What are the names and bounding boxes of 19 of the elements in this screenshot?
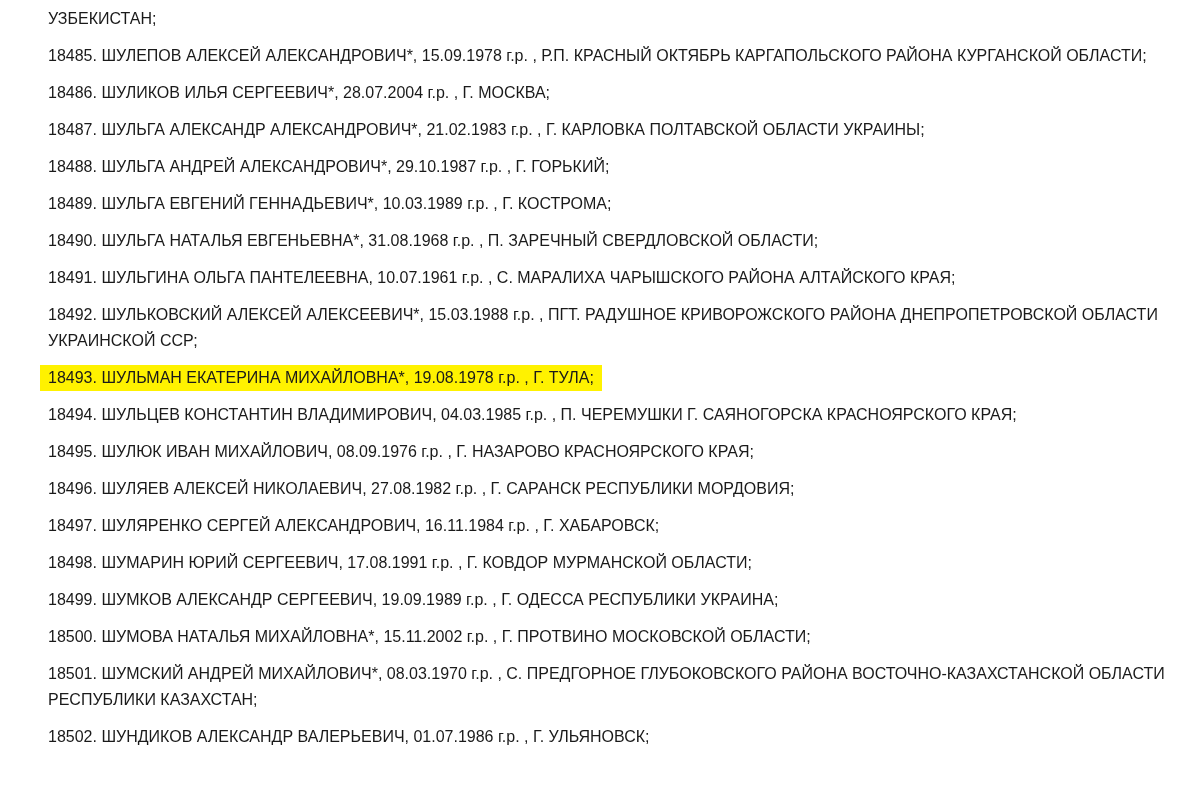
list-entry: 18498. ШУМАРИН ЮРИЙ СЕРГЕЕВИЧ, 17.08.1991 г.р. , Г. КОВДОР МУРМАНСКОЙ ОБЛАСТИ;: [47, 552, 753, 573]
list-entry: 18497. ШУЛЯРЕНКО СЕРГЕЙ АЛЕКСАНДРОВИЧ, 16.11.1984 г.р. , Г. ХАБАРОВСК;: [47, 515, 661, 536]
list-entry: 18489. ШУЛЬГА ЕВГЕНИЙ ГЕННАДЬЕВИЧ*, 10.03.1989 г.р. , Г. КОСТРОМА;: [47, 193, 613, 214]
list-entry: 18488. ШУЛЬГА АНДРЕЙ АЛЕКСАНДРОВИЧ*, 29.10.1987 г.р. , Г. ГОРЬКИЙ;: [47, 156, 611, 177]
list-entry: 18486. ШУЛИКОВ ИЛЬЯ СЕРГЕЕВИЧ*, 28.07.2004 г.р. , Г. МОСКВА;: [47, 83, 552, 103]
list-entry: 18485. ШУЛЕПОВ АЛЕКСЕЙ АЛЕКСАНДРОВИЧ*, 15.09.1978 г.р. , Р.П. КРАСНЫЙ ОКТЯБРЬ КАРГАПОЛЬСКОГО РАЙОНА КУРГАНСКОЙ ОБЛАСТИ;: [47, 45, 1148, 66]
list-entry: 18496. ШУЛЯЕВ АЛЕКСЕЙ НИКОЛАЕВИЧ, 27.08.1982 г.р. , Г. САРАНСК РЕСПУБЛИКИ МОРДОВИЯ;: [47, 478, 796, 499]
list-entry: 18502. ШУНДИКОВ АЛЕКСАНДР ВАЛЕРЬЕВИЧ, 01.07.1986 г.р. , Г. УЛЬЯНОВСК;: [47, 727, 651, 747]
list-entry: 18493. ШУЛЬМАН ЕКАТЕРИНА МИХАЙЛОВНА*, 19.08.1978 г.р. , Г. ТУЛА;: [40, 365, 602, 391]
list-entry: 18492. ШУЛЬКОВСКИЙ АЛЕКСЕЙ АЛЕКСЕЕВИЧ*, 15.03.1988 г.р. , ПГТ. РАДУШНОЕ КРИВОРОЖСКОГО РАЙОНА ДНЕПРОПЕТРОВСКОЙ ОБЛАСТИ УКРАИНСКОЙ ССР;: [47, 304, 1159, 351]
list-entry: 18494. ШУЛЬЦЕВ КОНСТАНТИН ВЛАДИМИРОВИЧ, 04.03.1985 г.р. , П. ЧЕРЕМУШКИ Г. САЯНОГОРСКА КРАСНОЯРСКОГО КРАЯ;: [47, 405, 1018, 425]
list-entry: 18491. ШУЛЬГИНА ОЛЬГА ПАНТЕЛЕЕВНА, 10.07.1961 г.р. , С. МАРАЛИХА ЧАРЫШСКОГО РАЙОНА АЛТАЙСКОГО КРАЯ;: [47, 267, 957, 288]
list-entry: 18487. ШУЛЬГА АЛЕКСАНДР АЛЕКСАНДРОВИЧ*, 21.02.1983 г.р. , Г. КАРЛОВКА ПОЛТАВСКОЙ ОБЛАСТИ УКРАИНЫ;: [47, 119, 926, 140]
list-entry: 18495. ШУЛЮК ИВАН МИХАЙЛОВИЧ, 08.09.1976 г.р. , Г. НАЗАРОВО КРАСНОЯРСКОГО КРАЯ;: [47, 441, 755, 462]
list-entry: 18490. ШУЛЬГА НАТАЛЬЯ ЕВГЕНЬЕВНА*, 31.08.1968 г.р. , П. ЗАРЕЧНЫЙ СВЕРДЛОВСКОЙ ОБЛАСТИ;: [47, 230, 820, 251]
list-entry: УЗБЕКИСТАН;: [47, 9, 158, 29]
list-entry: 18501. ШУМСКИЙ АНДРЕЙ МИХАЙЛОВИЧ*, 08.03.1970 г.р. , С. ПРЕДГОРНОЕ ГЛУБОКОВСКОГО РАЙОНА ВОСТОЧНО-КАЗАХСТАНСКОЙ ОБЛАСТИ РЕСПУБЛИКИ КАЗАХСТАН;: [47, 663, 1166, 710]
list-entry: 18500. ШУМОВА НАТАЛЬЯ МИХАЙЛОВНА*, 15.11.2002 г.р. , Г. ПРОТВИНО МОСКОВСКОЙ ОБЛАСТИ;: [47, 626, 812, 647]
list-entry: 18499. ШУМКОВ АЛЕКСАНДР СЕРГЕЕВИЧ, 19.09.1989 г.р. , Г. ОДЕССА РЕСПУБЛИКИ УКРАИНА;: [47, 590, 780, 610]
